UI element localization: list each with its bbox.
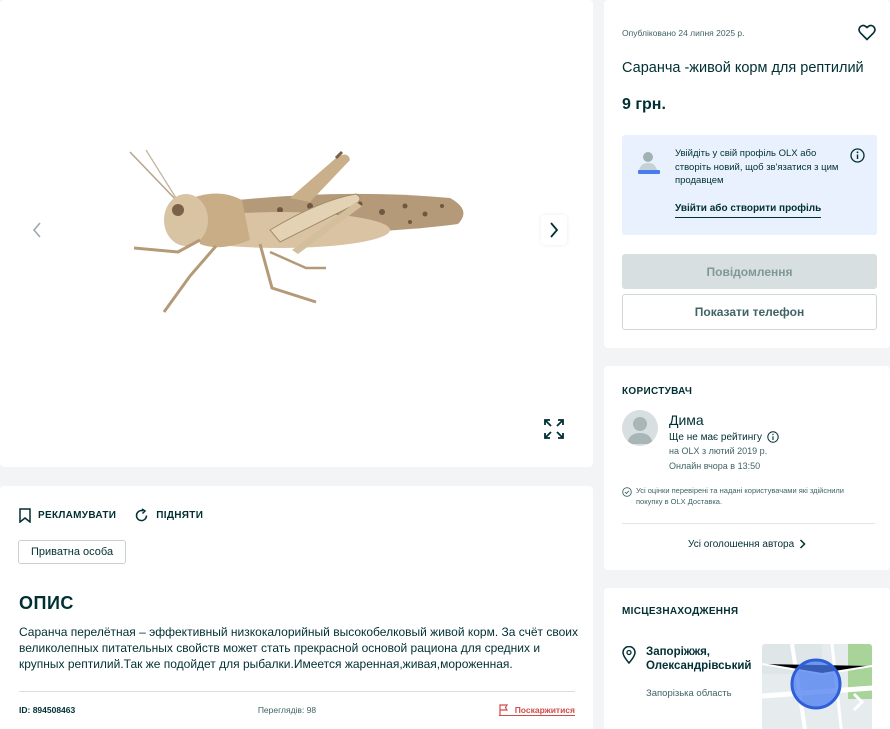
- next-photo-button[interactable]: [541, 215, 567, 245]
- show-phone-button[interactable]: Показати телефон: [622, 294, 877, 330]
- promote-button[interactable]: РЕКЛАМУВАТИ: [19, 508, 116, 523]
- location-section-title: МІСЦЕЗНАХОДЖЕННЯ: [622, 606, 739, 617]
- favorite-button[interactable]: [858, 24, 876, 46]
- raise-label: ПІДНЯТИ: [156, 510, 204, 521]
- views-count: Переглядів: 98: [257, 705, 317, 715]
- location-card: МІСЦЕЗНАХОДЖЕННЯ Запоріжжя, Олександрівс…: [604, 588, 890, 729]
- info-icon[interactable]: [767, 431, 779, 443]
- locust-photo: [129, 149, 464, 313]
- complain-label: Поскаржитися: [514, 704, 575, 715]
- all-author-ads-link[interactable]: Усі оголошення автора: [604, 539, 890, 550]
- chevron-right-icon: [550, 222, 559, 238]
- user-silhouette-icon: [627, 417, 653, 444]
- avatar[interactable]: [622, 410, 658, 446]
- promote-label: РЕКЛАМУВАТИ: [38, 510, 117, 521]
- divider: [622, 523, 875, 524]
- flag-icon: [499, 704, 508, 715]
- all-ads-label: Усі оголошення автора: [688, 539, 795, 550]
- ad-id: ID: 894508463: [19, 705, 76, 715]
- ratings-note: Усі оцінки перевірені та надані користув…: [622, 486, 872, 507]
- raise-button[interactable]: ПІДНЯТИ: [134, 508, 203, 523]
- location-city: Запоріжжя, Олександрівський: [646, 646, 752, 672]
- photo-gallery: [0, 0, 593, 467]
- message-button[interactable]: Повідомлення: [622, 254, 877, 289]
- location-map[interactable]: [762, 644, 872, 729]
- bookmark-icon: [19, 508, 31, 523]
- description-text: Саранча перелётная – эффективный низкока…: [19, 625, 578, 671]
- info-icon[interactable]: [850, 148, 865, 163]
- chevron-left-icon: [32, 222, 41, 238]
- user-section-title: КОРИСТУВАЧ: [622, 386, 693, 397]
- refresh-icon: [136, 508, 148, 522]
- listing-price: 9 грн.: [622, 96, 666, 113]
- expand-icon: [544, 419, 564, 439]
- ratings-note-text: Усі оцінки перевірені та надані користув…: [636, 486, 844, 506]
- heart-icon: [858, 24, 876, 41]
- published-date: Опубліковано 24 липня 2025 р.: [622, 28, 745, 38]
- rating-text: Ще не має рейтингу: [669, 431, 762, 443]
- user-illustration-icon: [638, 152, 660, 174]
- map-graphic: [762, 644, 872, 729]
- member-since: на OLX з лютий 2019 р.: [669, 446, 768, 456]
- ad-footer: ID: 894508463 Переглядів: 98 Поскаржитис…: [19, 691, 575, 716]
- location-region: Запорізька область: [646, 688, 732, 699]
- prev-photo-button[interactable]: [24, 215, 50, 245]
- listing-title: Саранча -живой корм для рептилий: [622, 60, 864, 76]
- login-prompt-text: Увійдіть у свій профіль OLX або створіть…: [675, 148, 839, 186]
- listing-summary-card: Опубліковано 24 липня 2025 р. Саранча -ж…: [604, 0, 890, 348]
- seller-card: КОРИСТУВАЧ Дима Ще не має рейтингу на OL…: [604, 366, 890, 570]
- check-circle-icon: [622, 487, 632, 497]
- location-pin-icon: [622, 646, 636, 664]
- fullscreen-button[interactable]: [543, 418, 567, 442]
- login-prompt-box: Увійдіть у свій профіль OLX або створіть…: [622, 135, 877, 235]
- ad-actions: РЕКЛАМУВАТИ ПІДНЯТИ: [19, 508, 221, 523]
- chevron-right-icon: [799, 539, 806, 549]
- login-link[interactable]: Увійти або створити профіль: [675, 203, 822, 218]
- seller-type-badge: Приватна особа: [18, 540, 127, 564]
- last-online: Онлайн вчора в 13:50: [669, 461, 761, 471]
- description-heading: ОПИС: [19, 593, 74, 613]
- complain-button[interactable]: Поскаржитися: [498, 704, 575, 716]
- seller-name[interactable]: Дима: [669, 412, 704, 428]
- seller-rating: Ще не має рейтингу: [669, 431, 779, 443]
- ad-info-card: РЕКЛАМУВАТИ ПІДНЯТИ Приватна особа ОПИС …: [0, 486, 593, 729]
